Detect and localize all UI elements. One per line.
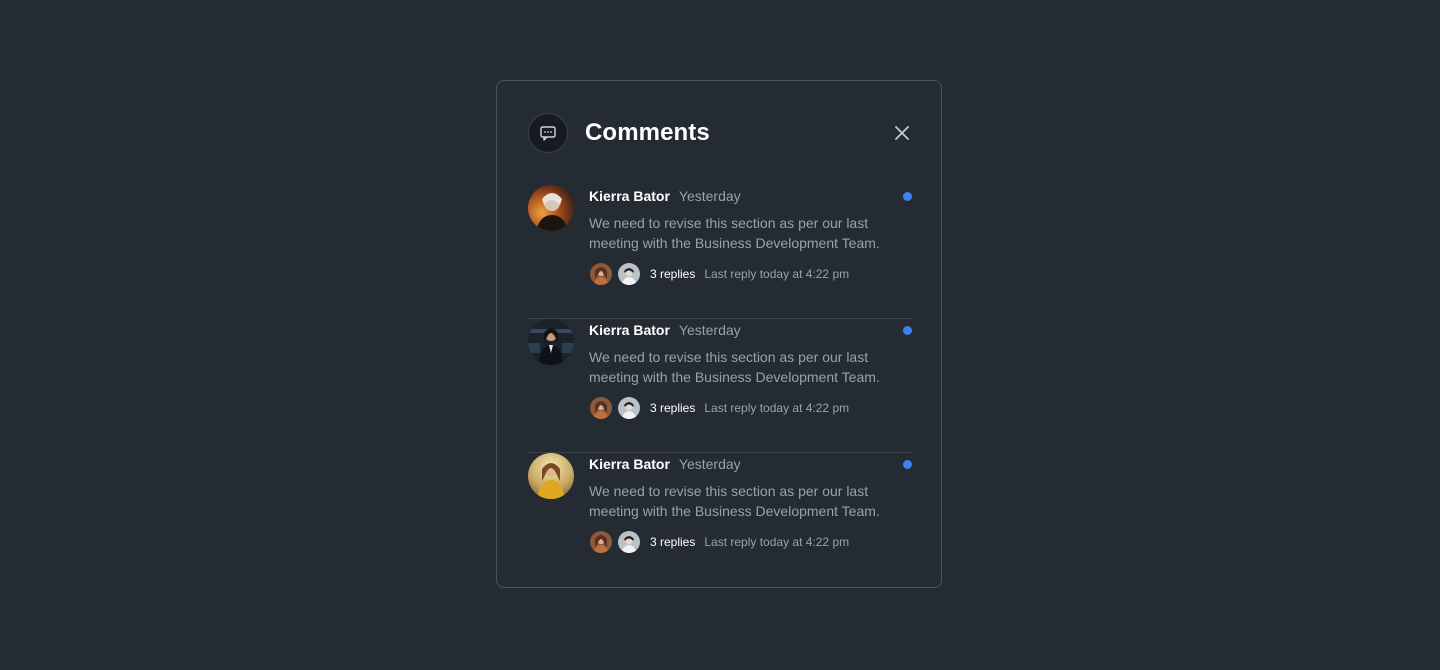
comment-meta: Kierra Bator Yesterday (589, 185, 912, 207)
reply-count[interactable]: 3 replies (650, 267, 695, 281)
comment-time: Yesterday (678, 322, 741, 338)
avatar[interactable] (528, 185, 574, 231)
close-button[interactable] (892, 123, 912, 143)
comment-body: Kierra Bator Yesterday We need to revise… (589, 319, 912, 421)
comment-meta: Kierra Bator Yesterday (589, 453, 912, 475)
replies-row[interactable]: 3 replies Last reply today at 4:22 pm (589, 529, 912, 555)
comment-time: Yesterday (678, 456, 741, 472)
last-reply-time: Last reply today at 4:22 pm (704, 401, 850, 415)
reply-avatar (589, 396, 613, 420)
last-reply-time: Last reply today at 4:22 pm (704, 535, 850, 549)
comments-panel: Comments Kierra Bator Yesterday We need … (496, 80, 942, 588)
comment-item[interactable]: Kierra Bator Yesterday We need to revise… (528, 319, 912, 453)
comment-author[interactable]: Kierra Bator (589, 185, 670, 207)
reply-avatar (617, 396, 641, 420)
reply-avatar (617, 530, 641, 554)
unread-indicator (903, 460, 912, 469)
comment-text: We need to revise this section as per ou… (589, 215, 880, 251)
panel-header: Comments (528, 112, 912, 154)
comment-author[interactable]: Kierra Bator (589, 453, 670, 475)
comment-item[interactable]: Kierra Bator Yesterday We need to revise… (528, 185, 912, 319)
comment-time: Yesterday (678, 188, 741, 204)
unread-indicator (903, 192, 912, 201)
reply-avatar (589, 262, 613, 286)
last-reply-time: Last reply today at 4:22 pm (704, 267, 850, 281)
replies-row[interactable]: 3 replies Last reply today at 4:22 pm (589, 261, 912, 287)
reply-avatar (589, 530, 613, 554)
comment-author[interactable]: Kierra Bator (589, 319, 670, 341)
unread-indicator (903, 326, 912, 335)
reply-count[interactable]: 3 replies (650, 401, 695, 415)
comment-meta: Kierra Bator Yesterday (589, 319, 912, 341)
reply-count[interactable]: 3 replies (650, 535, 695, 549)
comment-item[interactable]: Kierra Bator Yesterday We need to revise… (528, 453, 912, 587)
avatar[interactable] (528, 453, 574, 499)
avatar[interactable] (528, 319, 574, 365)
comment-body: Kierra Bator Yesterday We need to revise… (589, 185, 912, 287)
replies-row[interactable]: 3 replies Last reply today at 4:22 pm (589, 395, 912, 421)
close-icon (895, 126, 909, 140)
comment-list: Kierra Bator Yesterday We need to revise… (528, 185, 912, 587)
message-square-icon (528, 113, 568, 153)
comment-text: We need to revise this section as per ou… (589, 349, 880, 385)
comment-body: Kierra Bator Yesterday We need to revise… (589, 453, 912, 555)
reply-avatar (617, 262, 641, 286)
panel-title: Comments (585, 119, 710, 146)
comment-text: We need to revise this section as per ou… (589, 483, 880, 519)
